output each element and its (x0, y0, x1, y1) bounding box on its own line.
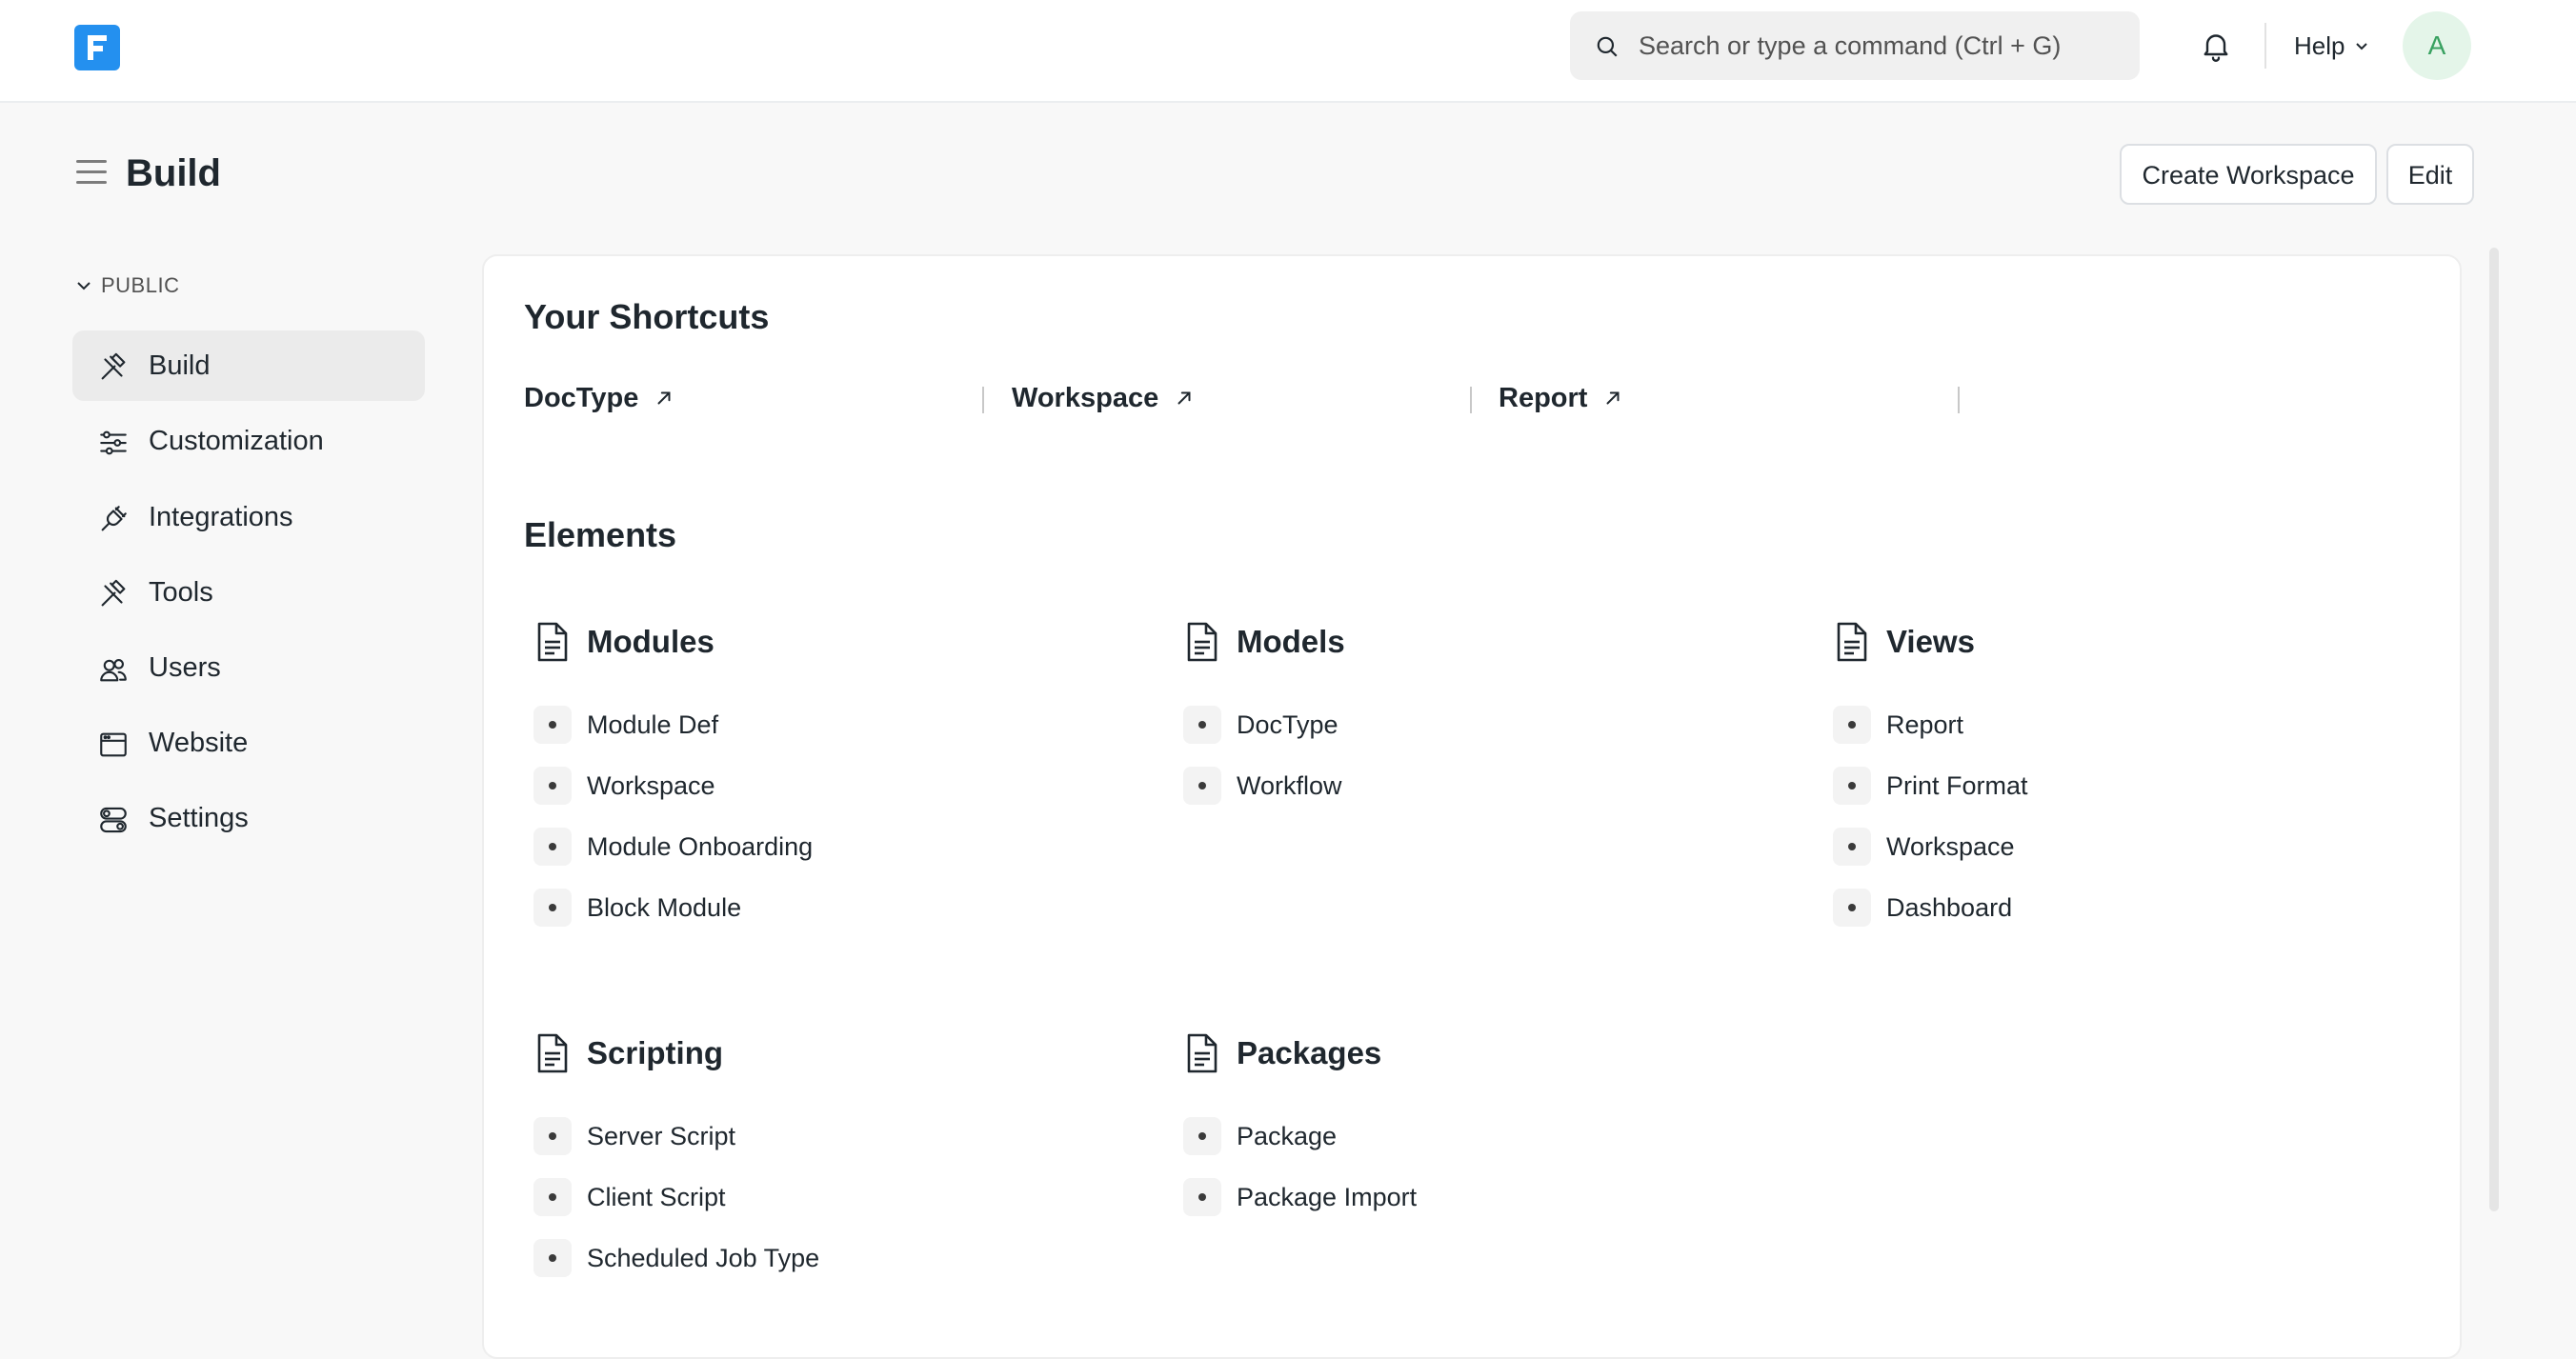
link-package[interactable]: Package (1237, 1115, 1337, 1157)
arrow-up-right-icon (657, 391, 671, 405)
navbar-divider (2264, 23, 2266, 69)
app-logo[interactable] (74, 25, 120, 70)
sidebar-item-website[interactable]: Website (72, 708, 425, 778)
link-package-import[interactable]: Package Import (1237, 1176, 1417, 1218)
bullet-icon (1833, 767, 1871, 805)
shortcut-divider (982, 387, 984, 413)
sidebar-item-build[interactable]: Build (72, 330, 425, 401)
sidebar-section-public[interactable]: PUBLIC (74, 272, 179, 299)
shortcut-workspace[interactable]: Workspace (1012, 377, 1195, 419)
link-workspace[interactable]: Workspace (1886, 826, 2015, 868)
bullet-icon (533, 1239, 572, 1277)
sidebar-item-integrations[interactable]: Integrations (72, 482, 425, 552)
bullet-icon (1833, 889, 1871, 927)
help-label: Help (2294, 31, 2345, 60)
sliders-icon (100, 430, 127, 455)
bullet-icon (1183, 706, 1221, 744)
sidebar-item-label: Integrations (149, 502, 293, 532)
elements-title: Elements (524, 515, 677, 554)
link-scheduled-job-type[interactable]: Scheduled Job Type (587, 1237, 819, 1279)
link-client-script[interactable]: Client Script (587, 1176, 726, 1218)
bullet-icon (1833, 828, 1871, 866)
edit-button[interactable]: Edit (2386, 144, 2474, 205)
bullet-icon (1183, 1117, 1221, 1155)
bell-icon[interactable] (2199, 29, 2233, 63)
shortcuts-title: Your Shortcuts (524, 297, 770, 336)
sidebar-item-settings[interactable]: Settings (72, 783, 425, 853)
bullet-icon (533, 828, 572, 866)
link-dashboard[interactable]: Dashboard (1886, 887, 2012, 929)
sidebar-item-customization[interactable]: Customization (72, 406, 425, 476)
sidebar-item-users[interactable]: Users (72, 632, 425, 703)
link-block-module[interactable]: Block Module (587, 887, 741, 929)
group-title-views: Views (1886, 624, 1975, 659)
link-workflow[interactable]: Workflow (1237, 765, 1342, 807)
link-doctype[interactable]: DocType (1237, 704, 1338, 746)
chevron-down-icon (2356, 43, 2368, 50)
tools-icon (101, 579, 126, 607)
group-title-scripting: Scripting (587, 1035, 724, 1070)
shortcut-label: DocType (524, 383, 639, 413)
sidebar-item-label: Users (149, 652, 221, 683)
link-module-onboarding[interactable]: Module Onboarding (587, 826, 813, 868)
toggles-icon (100, 807, 127, 833)
group-title-models: Models (1237, 624, 1345, 659)
avatar[interactable]: A (2403, 11, 2471, 80)
bullet-icon (533, 767, 572, 805)
chevron-down-icon (77, 282, 91, 290)
search-bar[interactable]: Search or type a command (Ctrl + G) (1570, 11, 2140, 80)
sidebar-item-label: Website (149, 728, 249, 758)
bullet-icon (1183, 767, 1221, 805)
bullet-icon (533, 1117, 572, 1155)
shortcut-report[interactable]: Report (1499, 377, 1623, 419)
bullet-icon (1833, 706, 1871, 744)
arrow-up-right-icon (1177, 391, 1191, 405)
search-icon (1597, 36, 1618, 57)
top-navbar: Search or type a command (Ctrl + G) Help… (0, 0, 2576, 103)
bullet-icon (533, 889, 572, 927)
shortcut-label: Report (1499, 383, 1588, 413)
link-module-def[interactable]: Module Def (587, 704, 718, 746)
link-print-format[interactable]: Print Format (1886, 765, 2028, 807)
sidebar-toggle-icon[interactable] (76, 160, 107, 187)
bullet-icon (533, 1178, 572, 1216)
document-icon (1187, 622, 1218, 662)
users-icon (100, 659, 127, 682)
create-workspace-button[interactable]: Create Workspace (2120, 144, 2377, 205)
scrollbar[interactable] (2489, 248, 2499, 1211)
arrow-up-right-icon (1606, 391, 1620, 405)
document-icon (537, 622, 568, 662)
shortcut-divider (1470, 387, 1472, 413)
help-dropdown[interactable]: Help (2294, 27, 2371, 65)
shortcut-doctype[interactable]: DocType (524, 377, 674, 419)
link-report[interactable]: Report (1886, 704, 1963, 746)
document-icon (1187, 1033, 1218, 1073)
group-title-packages: Packages (1237, 1035, 1382, 1070)
hammer-icon (101, 352, 126, 380)
document-icon (1837, 622, 1867, 662)
shortcut-label: Workspace (1012, 383, 1159, 413)
sidebar-item-label: Tools (149, 577, 213, 608)
browser-icon (100, 732, 127, 757)
sidebar-item-label: Build (149, 350, 211, 381)
sidebar-section-label: PUBLIC (101, 273, 180, 297)
bullet-icon (1183, 1178, 1221, 1216)
sidebar-item-tools[interactable]: Tools (72, 557, 425, 628)
document-icon (537, 1033, 568, 1073)
workspace-card (482, 254, 2462, 1359)
group-title-modules: Modules (587, 624, 714, 659)
sidebar-item-label: Customization (149, 426, 324, 456)
shortcut-divider (1958, 387, 1960, 413)
page-title: Build (126, 152, 221, 194)
plug-icon (101, 506, 127, 531)
search-placeholder[interactable]: Search or type a command (Ctrl + G) (1639, 11, 2061, 80)
bullet-icon (533, 706, 572, 744)
sidebar-item-label: Settings (149, 803, 249, 833)
link-server-script[interactable]: Server Script (587, 1115, 735, 1157)
link-workspace[interactable]: Workspace (587, 765, 715, 807)
